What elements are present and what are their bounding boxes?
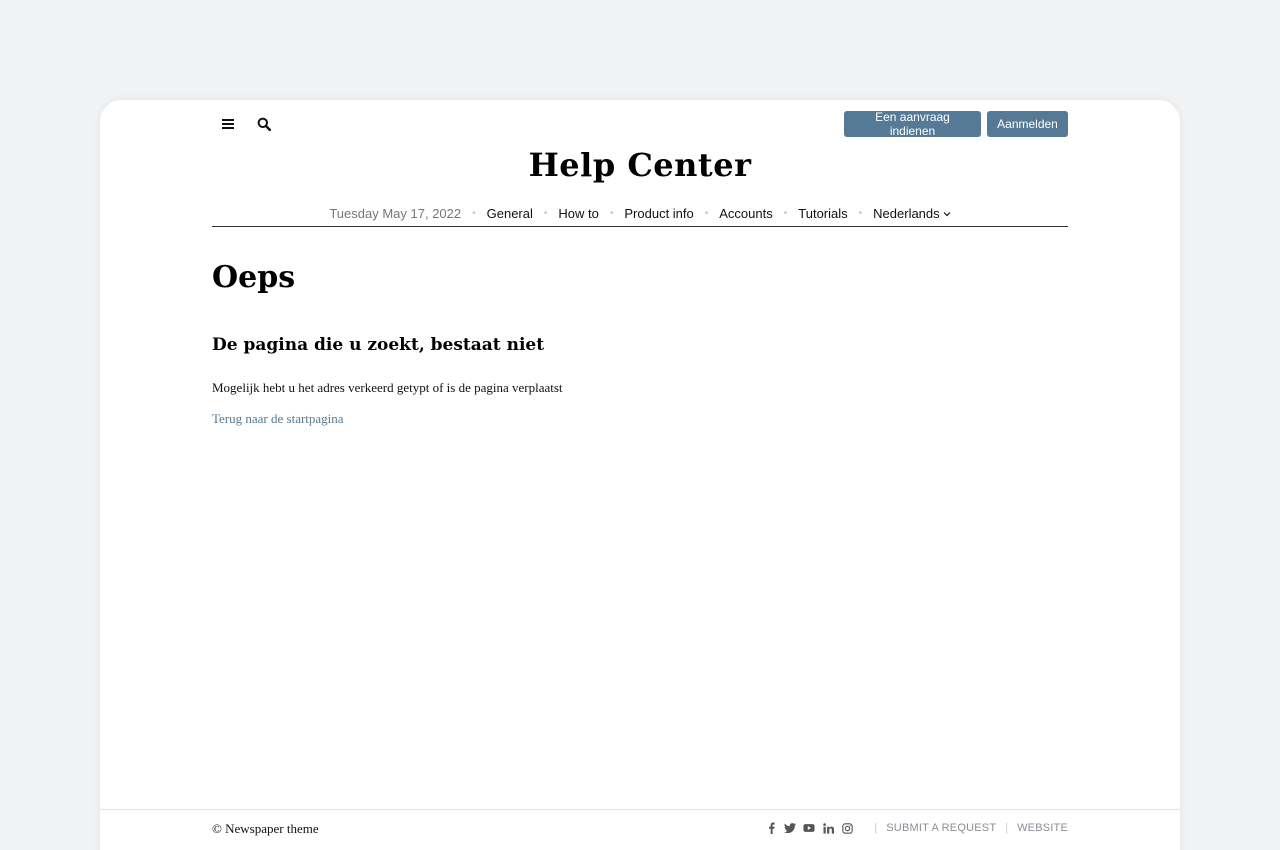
nav-separator: • [472,208,476,219]
page-subheading: De pagina die u zoekt, bestaat niet [212,335,545,355]
page-card: Een aanvraag indienen Aanmelden Help Cen… [100,100,1180,850]
header-actions: Een aanvraag indienen Aanmelden [844,110,1068,138]
language-label: Nederlands [873,206,940,221]
twitter-icon[interactable] [784,822,797,834]
copyright-text: © Newspaper theme [212,821,319,836]
nav-item-tutorials[interactable]: Tutorials [798,206,847,221]
site-title[interactable]: Help Center [100,146,1180,184]
nav-separator: • [609,208,614,219]
nav-item-accounts[interactable]: Accounts [719,206,772,221]
back-to-home-link[interactable]: Terug naar de startpagina [212,411,344,427]
nav-separator: • [543,208,548,219]
nav-item-general[interactable]: General [487,206,533,221]
top-bar: Een aanvraag indienen Aanmelden [212,110,1068,138]
language-selector[interactable]: Nederlands [873,206,951,221]
footer: © Newspaper theme | SUBMIT A REQUEST | W… [100,809,1180,850]
search-icon[interactable] [254,114,274,134]
nav-separator: • [858,208,863,219]
chevron-down-icon [943,211,951,217]
nav-separator: • [783,208,788,219]
sign-in-button[interactable]: Aanmelden [987,111,1068,137]
linkedin-icon[interactable] [822,822,834,834]
footer-links: | SUBMIT A REQUEST | WEBSITE [765,822,1068,834]
footer-separator: | [874,822,878,834]
main-nav: Tuesday May 17, 2022 • General • How to … [212,201,1068,227]
facebook-icon[interactable] [765,822,777,834]
menu-icon[interactable] [218,114,238,134]
footer-submit-request-link[interactable]: SUBMIT A REQUEST [886,822,996,834]
footer-website-link[interactable]: WEBSITE [1017,822,1068,834]
nav-date: Tuesday May 17, 2022 [329,206,462,221]
footer-separator: | [1005,822,1009,834]
nav-item-how-to[interactable]: How to [558,206,598,221]
youtube-icon[interactable] [803,822,815,834]
instagram-icon[interactable] [841,822,853,834]
page-heading: Oeps [212,260,296,295]
nav-item-product-info[interactable]: Product info [624,206,693,221]
error-message: Mogelijk hebt u het adres verkeerd getyp… [212,380,563,395]
nav-separator: • [704,208,709,219]
social-links [765,822,853,834]
submit-request-button[interactable]: Een aanvraag indienen [844,110,981,138]
